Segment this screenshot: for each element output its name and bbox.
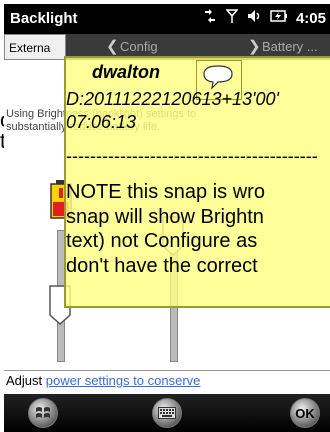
battery-charging-icon[interactable]	[270, 8, 288, 28]
comment-note-popup[interactable]: dwalton D:20111222120613+13'00' 07:06:13…	[64, 56, 330, 308]
keyboard-icon[interactable]	[152, 398, 182, 428]
note-date-line-2: 07:06:13	[66, 111, 137, 132]
signal-icon[interactable]	[225, 8, 239, 28]
connectivity-icon[interactable]	[202, 8, 218, 28]
device-screen: Backlight 4:05 Externa ❮ Config ❯ Batter…	[4, 4, 330, 432]
ok-button[interactable]: OK	[290, 398, 320, 428]
status-icons	[202, 8, 288, 28]
note-body-line-3: text) not Configure as	[66, 230, 258, 253]
note-separator: ----------------------------------------…	[66, 146, 318, 166]
note-body: NOTE this snap is wro snap will show Bri…	[66, 180, 330, 278]
tab-external[interactable]: Externa	[4, 34, 66, 60]
window-title: Backlight	[10, 10, 78, 27]
note-body-line-1: NOTE this snap is wro	[66, 181, 265, 203]
footer-divider	[4, 370, 330, 371]
windows-logo-icon[interactable]	[28, 398, 58, 428]
bottom-nav-bar: OK	[4, 394, 330, 432]
power-settings-link[interactable]: power settings to conserve	[46, 373, 201, 388]
speaker-icon[interactable]	[246, 8, 262, 28]
note-author: dwalton	[92, 62, 160, 82]
footer-prefix: Adjust	[6, 373, 46, 388]
note-date-line-1: D:20111222120613+13'00'	[66, 89, 279, 109]
note-date: D:20111222120613+13'00' 07:06:13	[66, 88, 279, 133]
status-bar: Backlight 4:05	[4, 4, 330, 34]
note-body-line-2: snap will show Brightn	[66, 205, 264, 228]
clock: 4:05	[295, 10, 326, 27]
note-body-line-4: don't have the correct	[66, 254, 258, 277]
